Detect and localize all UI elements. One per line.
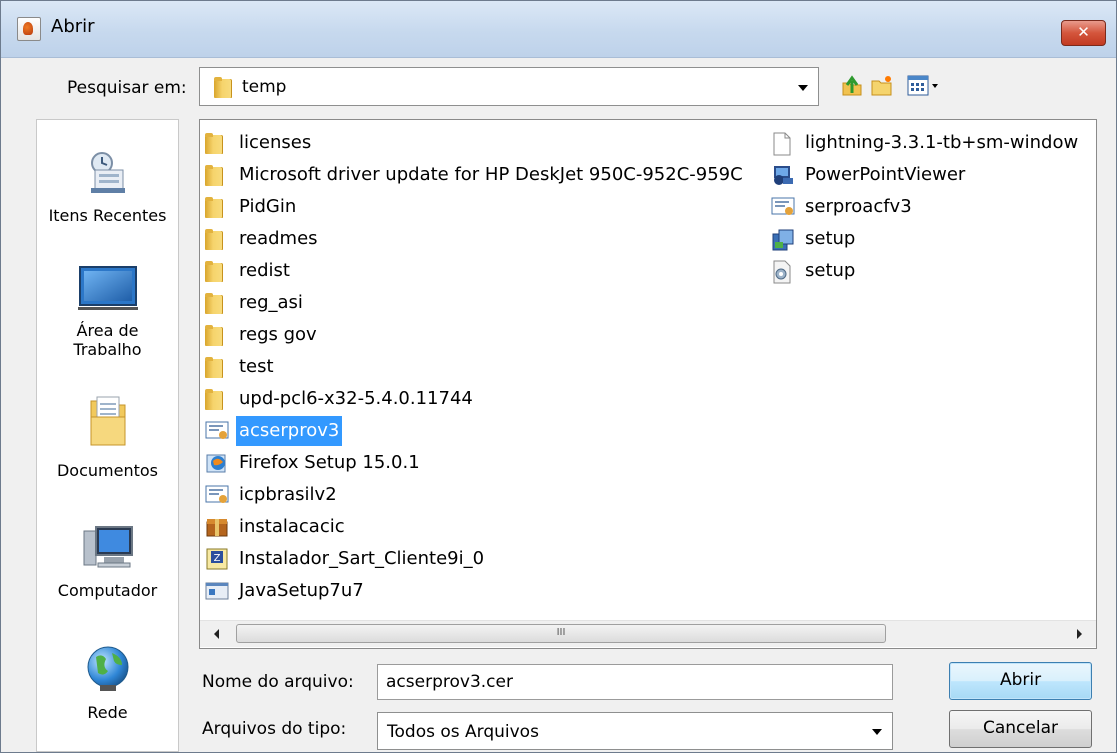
- scroll-right-icon[interactable]: [1077, 629, 1082, 639]
- documents-icon: [90, 396, 125, 446]
- folder-icon: [205, 164, 223, 186]
- installer-icon: [206, 454, 226, 473]
- svg-text:Z: Z: [214, 553, 221, 564]
- new-folder-icon[interactable]: [869, 73, 895, 99]
- network-icon: [87, 646, 128, 691]
- title-bar[interactable]: Abrir ✕: [1, 1, 1116, 58]
- folder-icon: [205, 292, 223, 314]
- lookin-value: temp: [242, 77, 287, 97]
- folder-icon: [205, 388, 223, 410]
- place-computer[interactable]: Computador: [37, 523, 178, 600]
- horizontal-scrollbar[interactable]: III: [200, 620, 1096, 647]
- place-network[interactable]: Rede: [37, 643, 178, 722]
- place-label: Itens Recentes: [48, 206, 167, 225]
- place-recent-items[interactable]: Itens Recentes: [37, 148, 178, 225]
- setup-icon: [772, 229, 794, 251]
- close-icon: ✕: [1077, 23, 1090, 41]
- config-file-icon: [773, 260, 791, 284]
- close-button[interactable]: ✕: [1061, 20, 1106, 46]
- recent-items-icon: [90, 152, 125, 193]
- filetype-label: Arquivos do tipo:: [202, 719, 347, 739]
- view-menu-icon[interactable]: [906, 73, 942, 99]
- place-label: Computador: [57, 581, 158, 600]
- window-title: Abrir: [51, 16, 95, 37]
- installer-icon: [774, 166, 793, 185]
- place-desktop[interactable]: Área de Trabalho: [37, 263, 178, 359]
- filename-label: Nome do arquivo:: [202, 672, 354, 692]
- place-label: Área de: [76, 321, 139, 340]
- folder-icon: [205, 356, 223, 378]
- certificate-icon: [205, 485, 229, 503]
- folder-icon: [205, 260, 223, 282]
- place-label: Trabalho: [73, 340, 142, 359]
- open-button[interactable]: Abrir: [949, 662, 1092, 700]
- filename-input[interactable]: acserprov3.cer: [377, 664, 893, 700]
- package-icon: [206, 519, 228, 537]
- desktop-icon: [77, 266, 138, 310]
- up-folder-icon[interactable]: [839, 73, 865, 99]
- place-label: Rede: [87, 703, 128, 722]
- java-app-icon: [17, 17, 41, 41]
- file-list[interactable]: licenses Microsoft driver update for HP …: [199, 119, 1097, 649]
- places-bar: Itens Recentes Área de Trabalho Document…: [36, 119, 179, 752]
- exe-file-icon: [205, 582, 229, 600]
- lookin-combobox[interactable]: temp: [199, 67, 819, 106]
- certificate-icon: [771, 197, 795, 215]
- filetype-value: Todos os Arquivos: [387, 722, 539, 742]
- chevron-down-icon[interactable]: [872, 729, 882, 735]
- certificate-icon: [205, 421, 229, 439]
- place-label: Documentos: [56, 461, 158, 480]
- zip-file-icon: Z: [206, 548, 228, 570]
- chevron-down-icon[interactable]: [798, 84, 808, 91]
- filetype-combobox[interactable]: Todos os Arquivos: [377, 712, 893, 750]
- place-documents[interactable]: Documentos: [37, 393, 178, 480]
- open-file-dialog: Abrir ✕ Pesquisar em: temp Itens Recente…: [0, 0, 1117, 753]
- folder-icon: [205, 132, 223, 154]
- folder-icon: [205, 324, 223, 346]
- document-icon: [773, 132, 791, 156]
- folder-icon: [205, 196, 223, 218]
- folder-icon: [214, 76, 232, 98]
- lookin-label: Pesquisar em:: [67, 78, 187, 98]
- cancel-button[interactable]: Cancelar: [949, 710, 1092, 748]
- computer-icon: [83, 526, 133, 568]
- folder-icon: [205, 228, 223, 250]
- scrollbar-thumb[interactable]: III: [236, 624, 886, 643]
- scroll-left-icon[interactable]: [214, 629, 219, 639]
